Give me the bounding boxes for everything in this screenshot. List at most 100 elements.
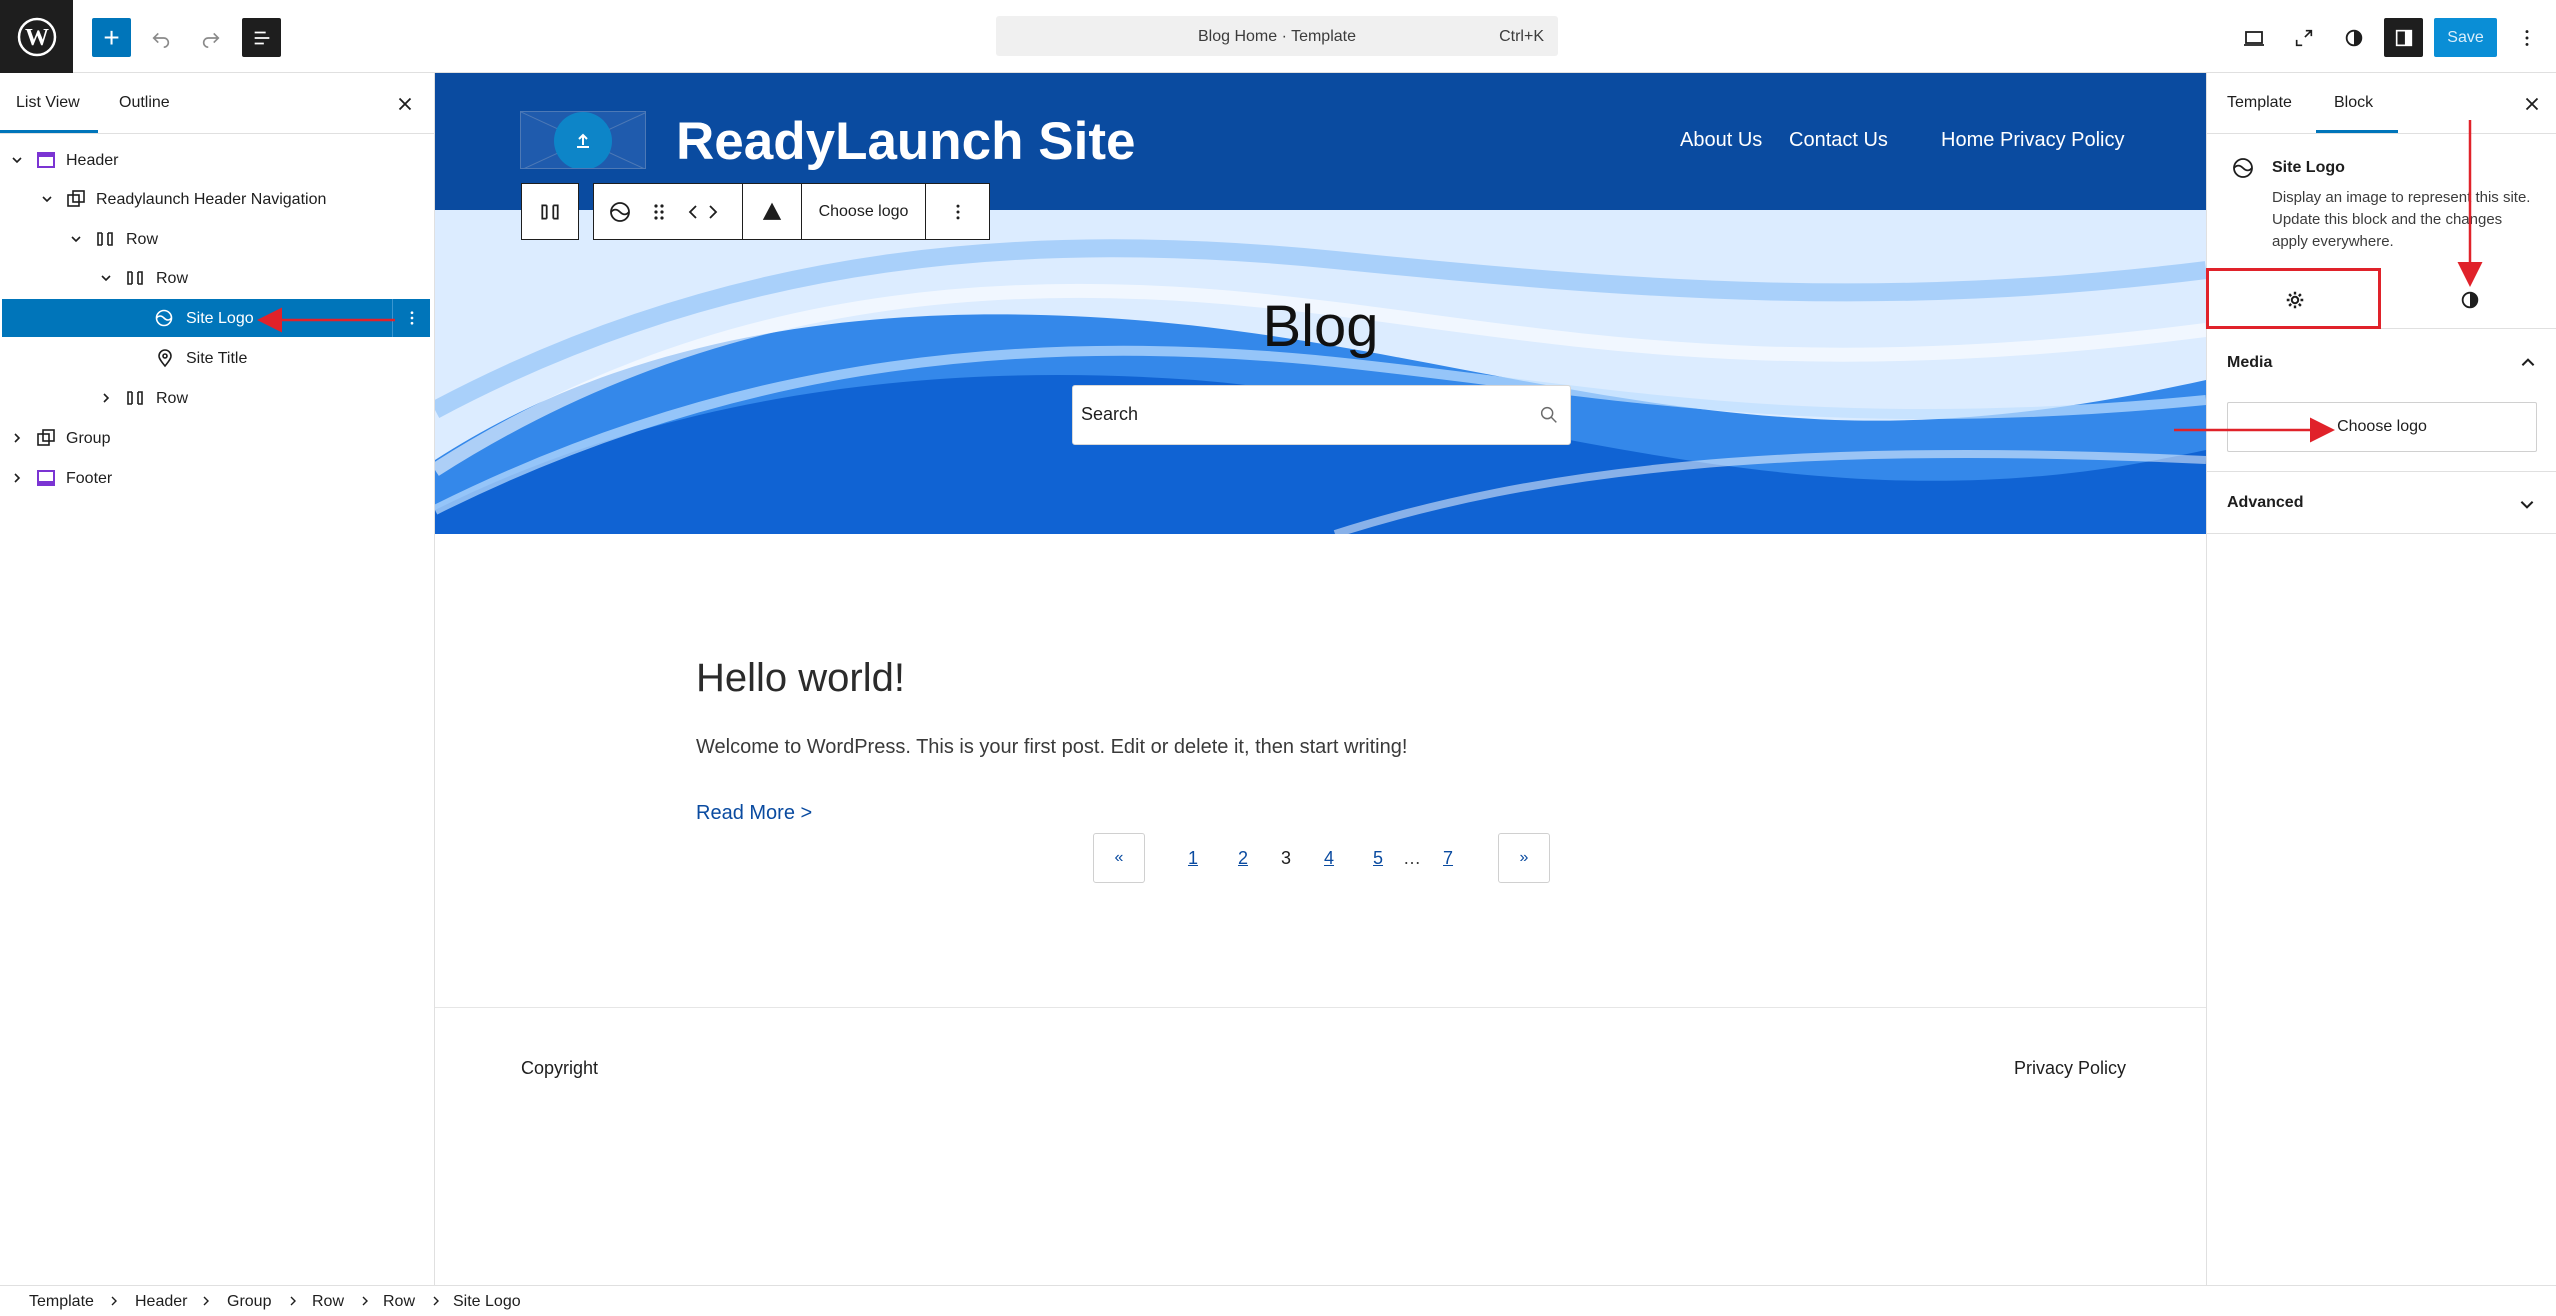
chevron-right-icon [362, 1296, 368, 1306]
block-card-description: Display an image to represent this site.… [2272, 189, 2531, 250]
active-tab-indicator [2316, 130, 2398, 133]
tree-item-label: Group [66, 430, 111, 447]
undo-button[interactable] [141, 18, 180, 57]
breadcrumb-item[interactable]: Group [227, 1293, 271, 1311]
chevron-left-right-icon [688, 204, 718, 219]
upload-button[interactable] [554, 112, 612, 168]
tab-list-view[interactable]: List View [16, 94, 80, 112]
pagination-previous[interactable]: « [1093, 833, 1145, 883]
nav-link-contact[interactable]: Contact Us [1789, 129, 1888, 152]
alignment-button[interactable] [743, 184, 801, 239]
nav-link-home[interactable]: Home [1941, 129, 1994, 152]
styles-button[interactable] [2334, 18, 2373, 57]
footer-privacy-link[interactable]: Privacy Policy [2014, 1058, 2126, 1079]
upload-icon [577, 133, 589, 148]
drag-handle-icon [654, 203, 664, 220]
blog-heading[interactable]: Blog [435, 293, 2206, 360]
tree-item-site-logo[interactable]: Site Logo [2, 299, 430, 337]
preview-button[interactable] [2234, 18, 2273, 57]
wordpress-logo-icon[interactable]: W [0, 0, 73, 73]
advanced-panel-title[interactable]: Advanced [2227, 494, 2303, 512]
chevron-down-icon[interactable] [68, 231, 84, 247]
chevron-right-icon[interactable] [9, 430, 25, 446]
pagination-page[interactable]: 7 [1443, 848, 1453, 869]
chevron-right-icon[interactable] [98, 390, 114, 406]
footer-copyright[interactable]: Copyright [521, 1058, 598, 1079]
tree-item-label: Row [156, 270, 189, 287]
post-excerpt[interactable]: Welcome to WordPress. This is your first… [696, 736, 1407, 759]
pagination-page[interactable]: 1 [1188, 848, 1198, 869]
close-icon[interactable] [394, 93, 416, 115]
undo-icon [151, 32, 169, 48]
chevron-down-icon[interactable] [2518, 495, 2536, 513]
tree-item-site-title[interactable]: Site Title [0, 339, 434, 377]
command-palette-bar[interactable]: Blog Home · Template Ctrl+K [996, 16, 1558, 56]
post-title[interactable]: Hello world! [696, 656, 905, 701]
select-parent-button[interactable] [521, 183, 579, 240]
hero-cover[interactable]: Blog Search [435, 210, 2206, 534]
search-input[interactable]: Search [1072, 385, 1571, 445]
settings-button[interactable] [2384, 18, 2423, 57]
read-more-link[interactable]: Read More > [696, 802, 812, 825]
tree-item-footer[interactable]: Footer [0, 459, 434, 497]
chevron-right-icon [290, 1296, 296, 1306]
nav-link-privacy[interactable]: Privacy Policy [2000, 129, 2124, 152]
block-options-button[interactable] [926, 184, 990, 239]
tree-item-label: Readylaunch Header Navigation [96, 191, 327, 208]
pagination-page[interactable]: 4 [1324, 848, 1334, 869]
drag-handle[interactable] [646, 184, 672, 239]
tab-template[interactable]: Template [2227, 94, 2292, 112]
tree-item-row[interactable]: Row [0, 259, 434, 297]
add-block-button[interactable]: + [92, 18, 131, 57]
chevron-right-icon[interactable] [9, 470, 25, 486]
tree-item-header[interactable]: Header [0, 141, 434, 179]
block-type-button[interactable] [602, 184, 638, 239]
chevron-down-icon[interactable] [9, 152, 25, 168]
group-icon [67, 190, 85, 207]
tab-outline[interactable]: Outline [119, 94, 170, 112]
chevron-down-icon[interactable] [39, 191, 55, 207]
move-buttons[interactable] [686, 184, 720, 239]
breadcrumb-item[interactable]: Header [135, 1293, 187, 1311]
breadcrumb-item[interactable]: Row [312, 1293, 344, 1311]
save-button[interactable]: Save [2434, 18, 2497, 57]
footer-divider [435, 1007, 2206, 1008]
active-tab-indicator [0, 130, 98, 133]
site-logo-icon [610, 201, 630, 222]
document-overview-button[interactable] [242, 18, 281, 57]
close-icon[interactable] [2521, 93, 2543, 115]
block-options-button[interactable] [392, 299, 430, 337]
pagination-current-page: 3 [1281, 848, 1292, 868]
editor-canvas[interactable]: ReadyLaunch Site About Us Contact Us Hom… [435, 73, 2206, 1285]
tree-item-header-navigation[interactable]: Readylaunch Header Navigation [0, 180, 434, 218]
nav-link-about[interactable]: About Us [1680, 129, 1762, 152]
top-toolbar: W + Blog Home · Template Ctrl+K Save [0, 0, 2556, 73]
tree-item-row[interactable]: Row [0, 379, 434, 417]
pagination-next[interactable]: » [1498, 833, 1550, 883]
chevron-down-icon[interactable] [98, 270, 114, 286]
choose-logo-button[interactable]: Choose logo [2227, 402, 2537, 452]
view-site-button[interactable] [2284, 18, 2323, 57]
choose-logo-toolbar-button[interactable]: Choose logo [802, 184, 925, 239]
options-button[interactable] [2507, 18, 2546, 57]
align-icon [762, 202, 782, 220]
tree-item-label: Site Logo [186, 310, 254, 327]
site-logo-placeholder[interactable] [520, 111, 646, 169]
breadcrumb-item[interactable]: Row [383, 1293, 415, 1311]
site-logo-icon [2233, 158, 2253, 178]
pagination-ellipsis: … [1403, 848, 1421, 868]
redo-button[interactable] [191, 18, 230, 57]
tab-block[interactable]: Block [2334, 94, 2373, 112]
pagination-page[interactable]: 2 [1238, 848, 1248, 869]
tree-item-row[interactable]: Row [0, 220, 434, 258]
search-icon[interactable] [1538, 404, 1560, 426]
chevron-up-icon [2521, 358, 2535, 366]
list-view-icon [254, 31, 269, 44]
site-title[interactable]: ReadyLaunch Site [676, 111, 1135, 172]
tree-item-group[interactable]: Group [0, 419, 434, 457]
media-panel-header[interactable]: Media [2207, 330, 2556, 396]
breadcrumb-item[interactable]: Template [29, 1293, 94, 1311]
tree-item-label: Row [126, 231, 159, 248]
tab-styles[interactable] [2382, 271, 2556, 329]
pagination-page[interactable]: 5 [1373, 848, 1383, 869]
